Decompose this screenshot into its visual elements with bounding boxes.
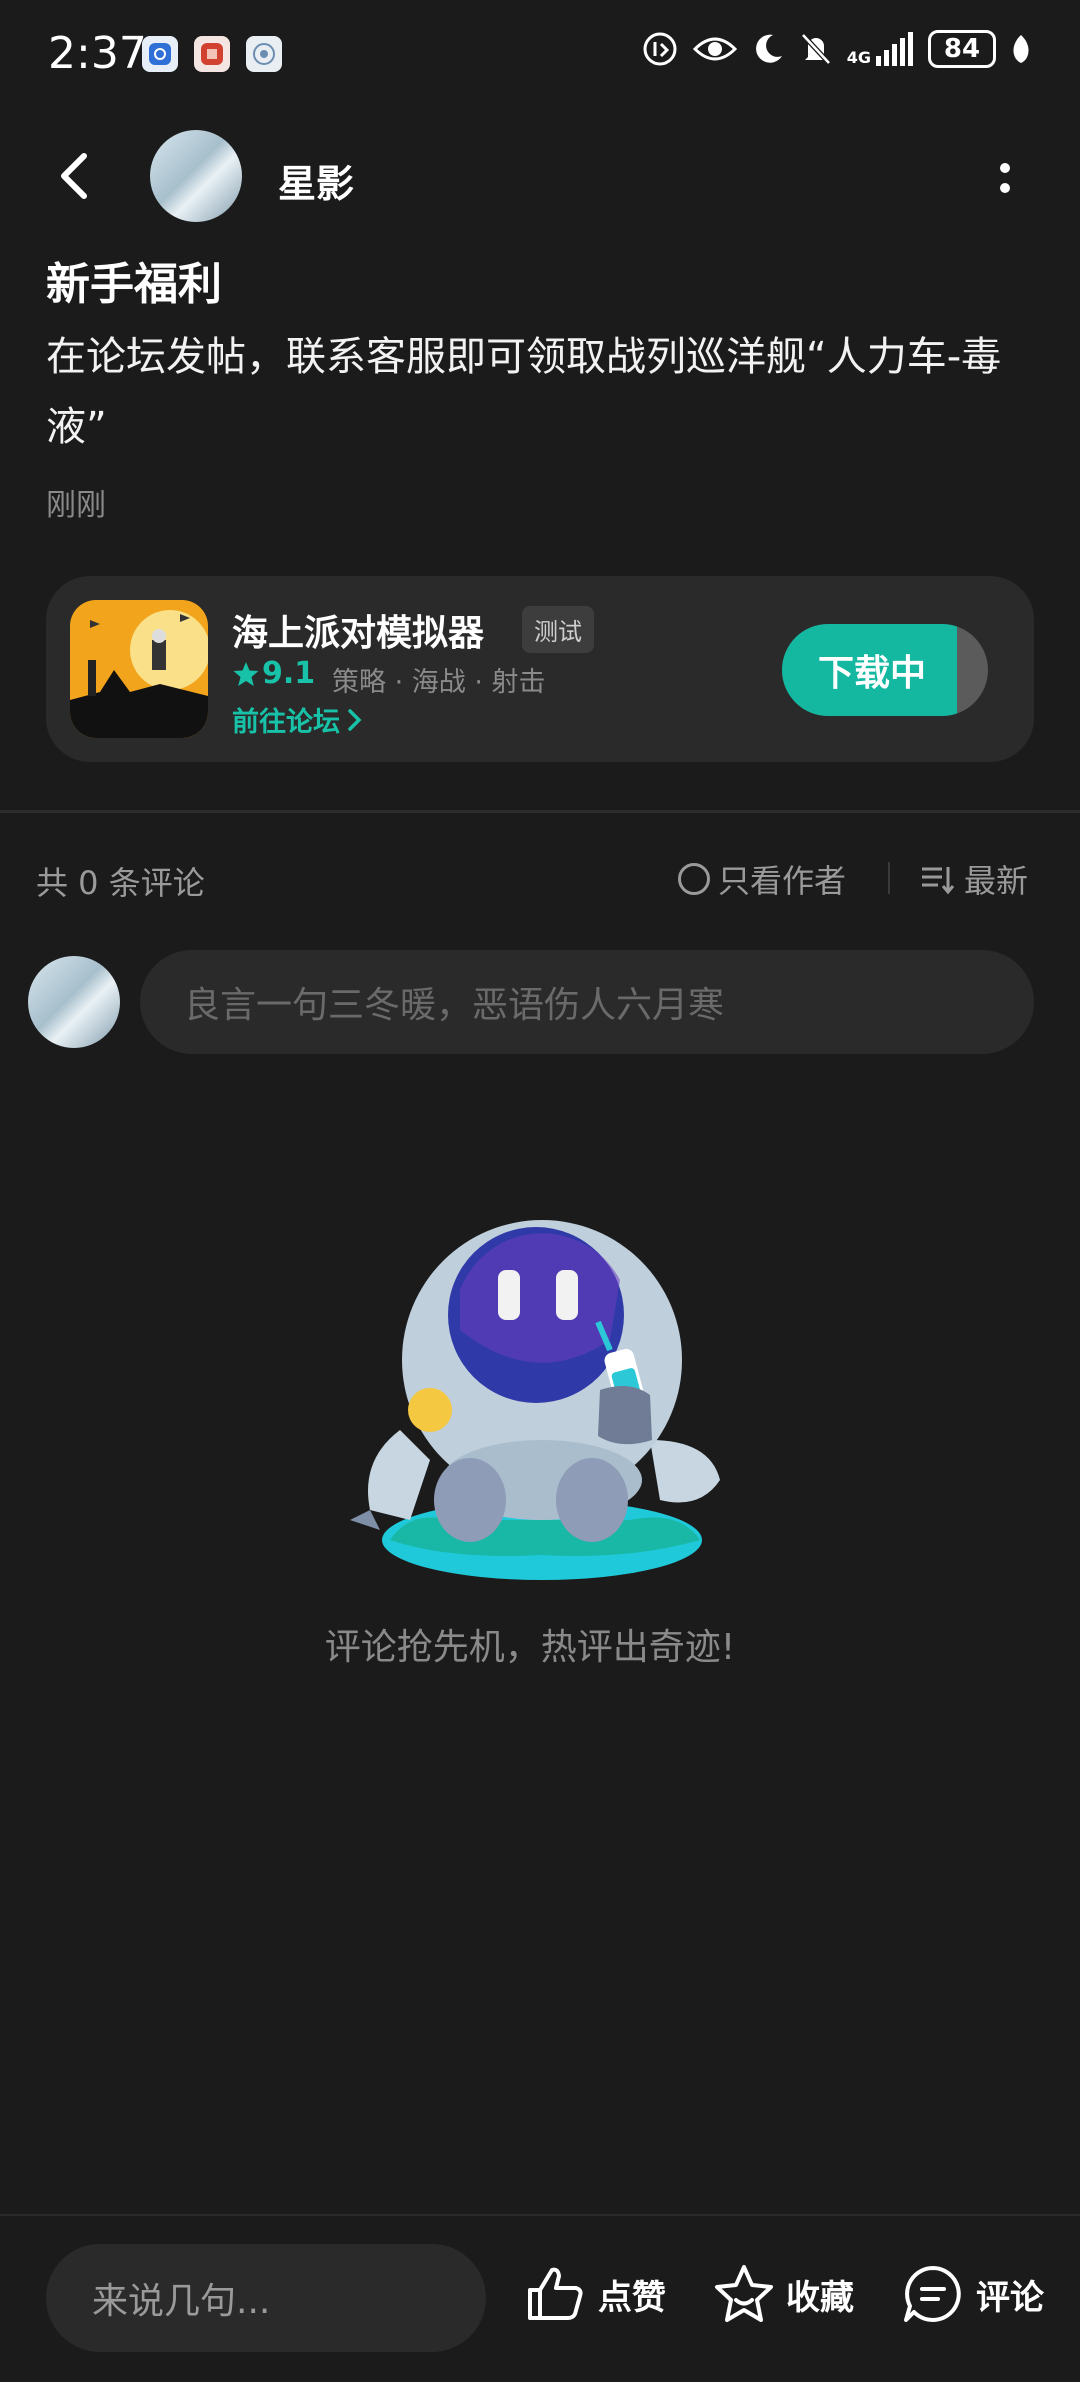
notification-app-icon-3 [246, 36, 282, 72]
comment-input[interactable]: 良言一句三冬暖，恶语伤人六月寒 [140, 950, 1034, 1054]
back-button[interactable] [50, 148, 106, 204]
like-icon [528, 2267, 583, 2320]
circle-icon [678, 863, 710, 895]
author-avatar[interactable] [150, 130, 242, 222]
eye-icon [692, 37, 737, 61]
comment-icon [904, 2266, 961, 2322]
favorite-icon [715, 2265, 773, 2322]
post-title: 新手福利 [46, 259, 222, 310]
status-time: 2:37 [48, 28, 147, 79]
comment-label: 评论 [976, 2277, 1044, 2318]
star-icon [233, 661, 259, 686]
author-only-label: 只看作者 [718, 862, 847, 900]
leaf-icon [1013, 35, 1029, 63]
forum-link-label: 前往论坛 [232, 707, 340, 738]
empty-state-mascot [350, 1220, 720, 1580]
game-icon[interactable] [70, 600, 208, 738]
like-label: 点赞 [598, 2277, 666, 2318]
author-only-filter[interactable]: 只看作者 [678, 856, 846, 902]
more-icon [1000, 163, 1010, 193]
sort-label: 最新 [964, 862, 1029, 900]
moon-icon [755, 34, 782, 63]
post-body: 在论坛发帖，联系客服即可领取战列巡洋舰“人力车-毒液” [46, 334, 1002, 450]
favorite-button[interactable]: 收藏 [712, 2262, 854, 2326]
battery-indicator: 84 [928, 30, 996, 68]
game-rating: 9.1 [232, 656, 315, 691]
game-genres: 策略 · 海战 · 射击 [332, 667, 546, 698]
notification-app-icon-2 [194, 36, 230, 72]
forum-link[interactable]: 前往论坛 [232, 700, 364, 739]
comment-count: 共 0 条评论 [36, 864, 205, 902]
post-time: 刚刚 [46, 488, 106, 523]
bottom-comment-input[interactable]: 来说几句... [46, 2244, 486, 2352]
sort-icon [922, 867, 955, 895]
bottom-divider [0, 2214, 1080, 2216]
filter-separator [888, 862, 890, 894]
author-name[interactable]: 星影 [278, 153, 354, 208]
back-icon [61, 153, 87, 199]
download-button[interactable]: 下载中 [782, 624, 988, 716]
comment-button[interactable]: 评论 [900, 2262, 1044, 2326]
network-type: 4G [846, 48, 871, 67]
notification-app-icon-1 [142, 36, 178, 72]
more-button[interactable] [980, 148, 1030, 208]
game-tag: 测试 [522, 606, 594, 653]
bell-off-icon [800, 33, 831, 65]
download-label: 下载中 [817, 653, 926, 694]
status-app-icons [142, 36, 282, 72]
section-divider [0, 810, 1080, 813]
sort-button[interactable]: 最新 [920, 856, 1028, 902]
data-saver-icon [643, 32, 677, 66]
empty-state-text: 评论抢先机，热评出奇迹! [324, 1627, 736, 1668]
signal-icon [876, 32, 913, 66]
rating-value: 9.1 [262, 656, 316, 691]
chevron-right-icon [348, 708, 362, 731]
game-card[interactable]: 海上派对模拟器 测试 9.1 策略 · 海战 · 射击 前往论坛 下载中 [46, 576, 1034, 762]
game-name[interactable]: 海上派对模拟器 [232, 604, 484, 656]
favorite-label: 收藏 [786, 2277, 854, 2318]
status-indicators: 4G 84 [641, 30, 1032, 68]
my-avatar [28, 956, 120, 1048]
like-button[interactable]: 点赞 [524, 2262, 666, 2326]
network-indicator: 4G [847, 32, 914, 66]
